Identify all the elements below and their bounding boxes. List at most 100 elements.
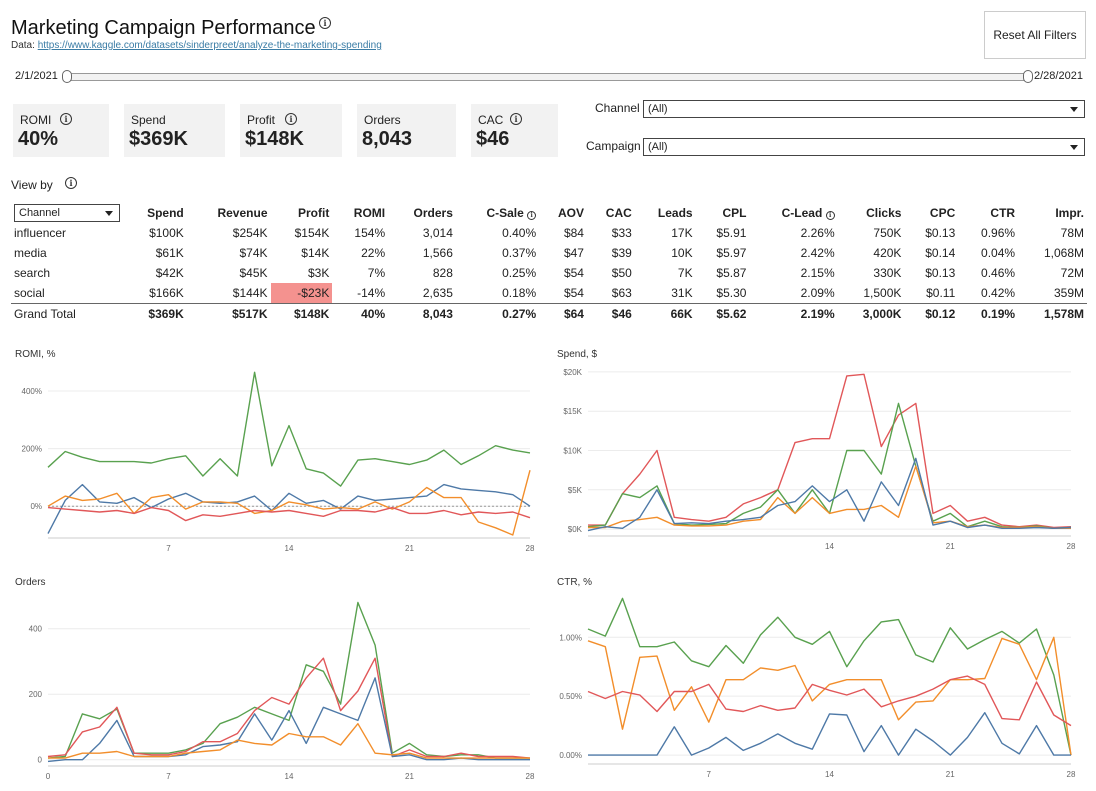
y-tick-label: $15K bbox=[563, 407, 582, 416]
table-cell: 2.19% bbox=[749, 303, 838, 324]
performance-table: Channel Spend Revenue Profit ROMI Orders… bbox=[11, 203, 1087, 324]
info-icon[interactable]: i bbox=[527, 211, 537, 220]
table-cell: $63 bbox=[611, 286, 632, 300]
col-header[interactable]: CPC bbox=[904, 203, 958, 223]
chart-title: CTR, % bbox=[557, 577, 592, 588]
reset-filters-button[interactable]: Reset All Filters bbox=[984, 11, 1086, 59]
col-header[interactable]: Impr. bbox=[1018, 203, 1087, 223]
col-header[interactable]: Leads bbox=[635, 203, 696, 223]
kpi-orders: Orders 8,043 bbox=[357, 104, 456, 157]
table-cell: 0.25% bbox=[502, 266, 537, 280]
series-line-red bbox=[587, 675, 1072, 727]
series-line-red bbox=[47, 506, 531, 522]
table-cell: $5.62 bbox=[695, 303, 750, 324]
start-date: 2/1/2021 bbox=[15, 70, 58, 82]
info-icon[interactable]: i bbox=[825, 211, 835, 220]
x-tick-label: 28 bbox=[526, 772, 535, 781]
table-cell: $54 bbox=[563, 266, 584, 280]
info-icon[interactable]: i bbox=[285, 113, 297, 125]
y-tick-label: 0.50% bbox=[559, 692, 582, 701]
table-cell: 0.19% bbox=[958, 303, 1019, 324]
y-tick-label: $10K bbox=[563, 447, 582, 456]
row-label: influencer bbox=[14, 226, 67, 240]
table-cell: 7K bbox=[677, 266, 693, 280]
col-header[interactable]: CTR bbox=[958, 203, 1018, 223]
info-icon[interactable]: i bbox=[510, 113, 522, 125]
table-cell: 359M bbox=[1053, 286, 1084, 300]
col-header[interactable]: CPL bbox=[696, 203, 750, 223]
col-header[interactable]: C-Sale i bbox=[456, 203, 539, 223]
x-tick-label: 14 bbox=[285, 772, 294, 781]
table-cell: $0.11 bbox=[926, 286, 956, 300]
table-cell: 0.04% bbox=[981, 246, 1016, 260]
table-cell: $5.30 bbox=[716, 286, 747, 300]
x-tick-label: 14 bbox=[825, 770, 834, 779]
table-cell: $50 bbox=[611, 266, 632, 280]
table-cell: 78M bbox=[1060, 226, 1084, 240]
info-icon[interactable]: i bbox=[60, 113, 72, 125]
col-header[interactable]: CAC bbox=[587, 203, 635, 223]
col-header[interactable]: C-Lead i bbox=[749, 203, 837, 223]
table-cell: $61K bbox=[155, 246, 184, 260]
kpi-romi: ROMI i 40% bbox=[13, 104, 109, 157]
table-cell: $0.14 bbox=[925, 246, 956, 260]
col-header[interactable]: ROMI bbox=[332, 203, 388, 223]
col-header[interactable]: Orders bbox=[388, 203, 456, 223]
date-range-slider[interactable] bbox=[63, 73, 1030, 81]
table-cell: 420K bbox=[873, 246, 902, 260]
table-cell: $5.97 bbox=[716, 246, 747, 260]
col-header-label: C-Lead bbox=[781, 206, 823, 220]
table-cell: $166K bbox=[149, 286, 184, 300]
table-cell: 1,500K bbox=[863, 286, 902, 300]
series-line-blue bbox=[47, 483, 531, 534]
col-header[interactable]: Profit bbox=[271, 203, 333, 223]
table-row[interactable]: media $61K $74K $14K 22% 1,566 0.37% $47 $39 10K $… bbox=[11, 243, 1087, 263]
row-label: social bbox=[14, 286, 45, 300]
table-cell: -$23K bbox=[270, 283, 333, 304]
table-cell: 8,043 bbox=[388, 303, 456, 324]
slider-start-handle[interactable] bbox=[62, 70, 72, 83]
spend-chart[interactable]: Spend, $ $0K $5K $10K $15K $20K 14 21 28 bbox=[548, 340, 1096, 555]
table-cell: 330K bbox=[873, 266, 902, 280]
data-source: Data: https://www.kaggle.com/datasets/si… bbox=[11, 40, 382, 51]
table-cell: 1,068M bbox=[1043, 246, 1084, 260]
chart-title: ROMI, % bbox=[15, 349, 56, 360]
col-header[interactable]: Clicks bbox=[838, 203, 905, 223]
info-icon[interactable]: i bbox=[65, 177, 77, 189]
table-row[interactable]: social $166K $144K -$23K -14% 2,635 0.18% $54 $6… bbox=[11, 283, 1087, 304]
table-cell: 0.46% bbox=[981, 266, 1016, 280]
romi-chart[interactable]: ROMI, % 0% 200% 400% 7 14 21 28 bbox=[0, 340, 548, 555]
y-tick-label: 0 bbox=[38, 756, 43, 765]
table-cell: $64 bbox=[539, 303, 587, 324]
view-by-label: View by bbox=[11, 178, 53, 192]
table-cell: 0.37% bbox=[502, 246, 537, 260]
table-total-row[interactable]: Grand Total $369K $517K $148K 40% 8,043 0.27% $… bbox=[11, 303, 1087, 324]
source-link[interactable]: https://www.kaggle.com/datasets/sinderpr… bbox=[38, 40, 382, 51]
col-header[interactable]: Revenue bbox=[187, 203, 271, 223]
y-tick-label: 400 bbox=[29, 625, 43, 634]
ctr-chart[interactable]: CTR, % 0.00% 0.50% 1.00% 7 14 21 28 bbox=[548, 568, 1096, 788]
channel-filter-value: (All) bbox=[648, 103, 668, 115]
table-cell: 10K bbox=[671, 246, 693, 260]
source-prefix: Data: bbox=[11, 40, 38, 51]
orders-chart[interactable]: Orders 0 200 400 0 7 14 21 28 bbox=[0, 568, 548, 788]
table-cell: $5.87 bbox=[716, 266, 747, 280]
table-row[interactable]: search $42K $45K $3K 7% 828 0.25% $54 $50 7K $5.87… bbox=[11, 263, 1087, 283]
info-icon[interactable]: i bbox=[319, 17, 331, 29]
view-by-select[interactable]: Channel bbox=[14, 204, 120, 222]
channel-filter-select[interactable]: (All) bbox=[643, 100, 1085, 118]
table-row[interactable]: influencer $100K $254K $154K 154% 3,014 0.40% $… bbox=[11, 223, 1087, 243]
campaign-filter-select[interactable]: (All) bbox=[643, 138, 1085, 156]
view-by-cell: Channel bbox=[11, 203, 123, 223]
chevron-down-icon bbox=[105, 211, 113, 216]
table-cell: $154K bbox=[294, 226, 330, 240]
kpi-spend: Spend $369K bbox=[124, 104, 225, 157]
x-tick-label: 7 bbox=[707, 770, 712, 779]
col-header[interactable]: AOV bbox=[539, 203, 587, 223]
table-cell: 750K bbox=[873, 226, 902, 240]
table-cell: 0.42% bbox=[981, 286, 1016, 300]
y-tick-label: $20K bbox=[563, 368, 582, 377]
col-header[interactable]: Spend bbox=[123, 203, 187, 223]
table-cell: 22% bbox=[361, 246, 386, 260]
slider-end-handle[interactable] bbox=[1023, 70, 1033, 83]
